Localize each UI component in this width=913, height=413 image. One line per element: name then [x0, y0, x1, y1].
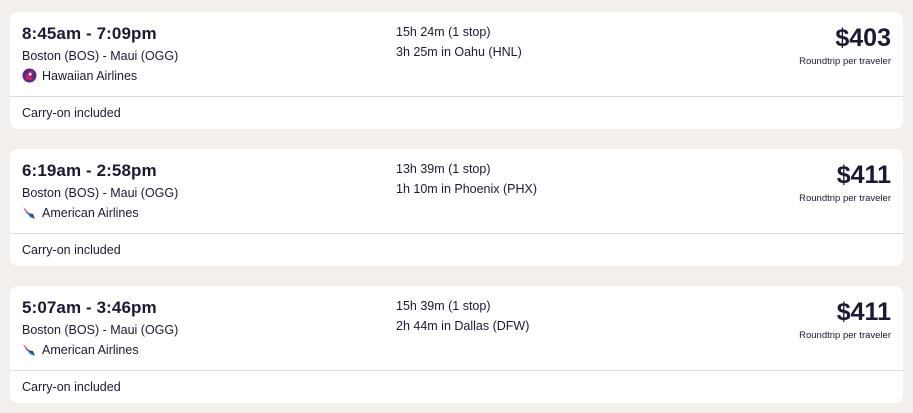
airline-name: American Airlines [42, 342, 139, 357]
baggage-info: Carry-on included [22, 243, 121, 257]
baggage-info: Carry-on included [22, 106, 121, 120]
price-note: Roundtrip per traveler [799, 330, 891, 341]
price-note: Roundtrip per traveler [799, 56, 891, 67]
hawaiian-airlines-logo-icon [22, 68, 37, 83]
baggage-row: Carry-on included [10, 371, 903, 403]
baggage-row: Carry-on included [10, 97, 903, 129]
flight-result-card[interactable]: 8:45am - 7:09pm Boston (BOS) - Maui (OGG… [10, 12, 903, 129]
price-note: Roundtrip per traveler [799, 193, 891, 204]
american-airlines-logo-icon [22, 205, 37, 220]
airline: Hawaiian Airlines [22, 68, 137, 83]
layover-info: 1h 10m in Phoenix (PHX) [396, 182, 538, 196]
airline-name: American Airlines [42, 205, 139, 220]
flight-times: 6:19am - 2:58pm [22, 161, 157, 180]
flight-duration: 15h 24m (1 stop) [396, 25, 491, 39]
layover-info: 3h 25m in Oahu (HNL) [396, 45, 522, 59]
airline-name: Hawaiian Airlines [42, 68, 138, 83]
flight-duration: 13h 39m (1 stop) [396, 162, 491, 176]
flight-price: $411 [836, 298, 891, 326]
flight-duration: 15h 39m (1 stop) [396, 299, 491, 313]
airline: American Airlines [22, 342, 139, 357]
flight-result-card[interactable]: 6:19am - 2:58pm Boston (BOS) - Maui (OGG… [10, 149, 903, 266]
layover-info: 2h 44m in Dallas (DFW) [396, 319, 530, 333]
flight-summary: 6:19am - 2:58pm Boston (BOS) - Maui (OGG… [10, 149, 903, 234]
flight-times: 8:45am - 7:09pm [22, 24, 157, 43]
flight-price: $411 [836, 161, 891, 189]
baggage-row: Carry-on included [10, 234, 903, 266]
baggage-info: Carry-on included [22, 380, 121, 394]
american-airlines-logo-icon [22, 342, 37, 357]
airline: American Airlines [22, 205, 139, 220]
flight-summary: 5:07am - 3:46pm Boston (BOS) - Maui (OGG… [10, 286, 903, 371]
flight-route: Boston (BOS) - Maui (OGG) [22, 323, 179, 337]
flight-times: 5:07am - 3:46pm [22, 298, 157, 317]
flight-route: Boston (BOS) - Maui (OGG) [22, 49, 179, 63]
flight-route: Boston (BOS) - Maui (OGG) [22, 186, 179, 200]
flight-result-card[interactable]: 5:07am - 3:46pm Boston (BOS) - Maui (OGG… [10, 286, 903, 403]
flight-price: $403 [835, 24, 891, 52]
flight-summary: 8:45am - 7:09pm Boston (BOS) - Maui (OGG… [10, 12, 903, 97]
